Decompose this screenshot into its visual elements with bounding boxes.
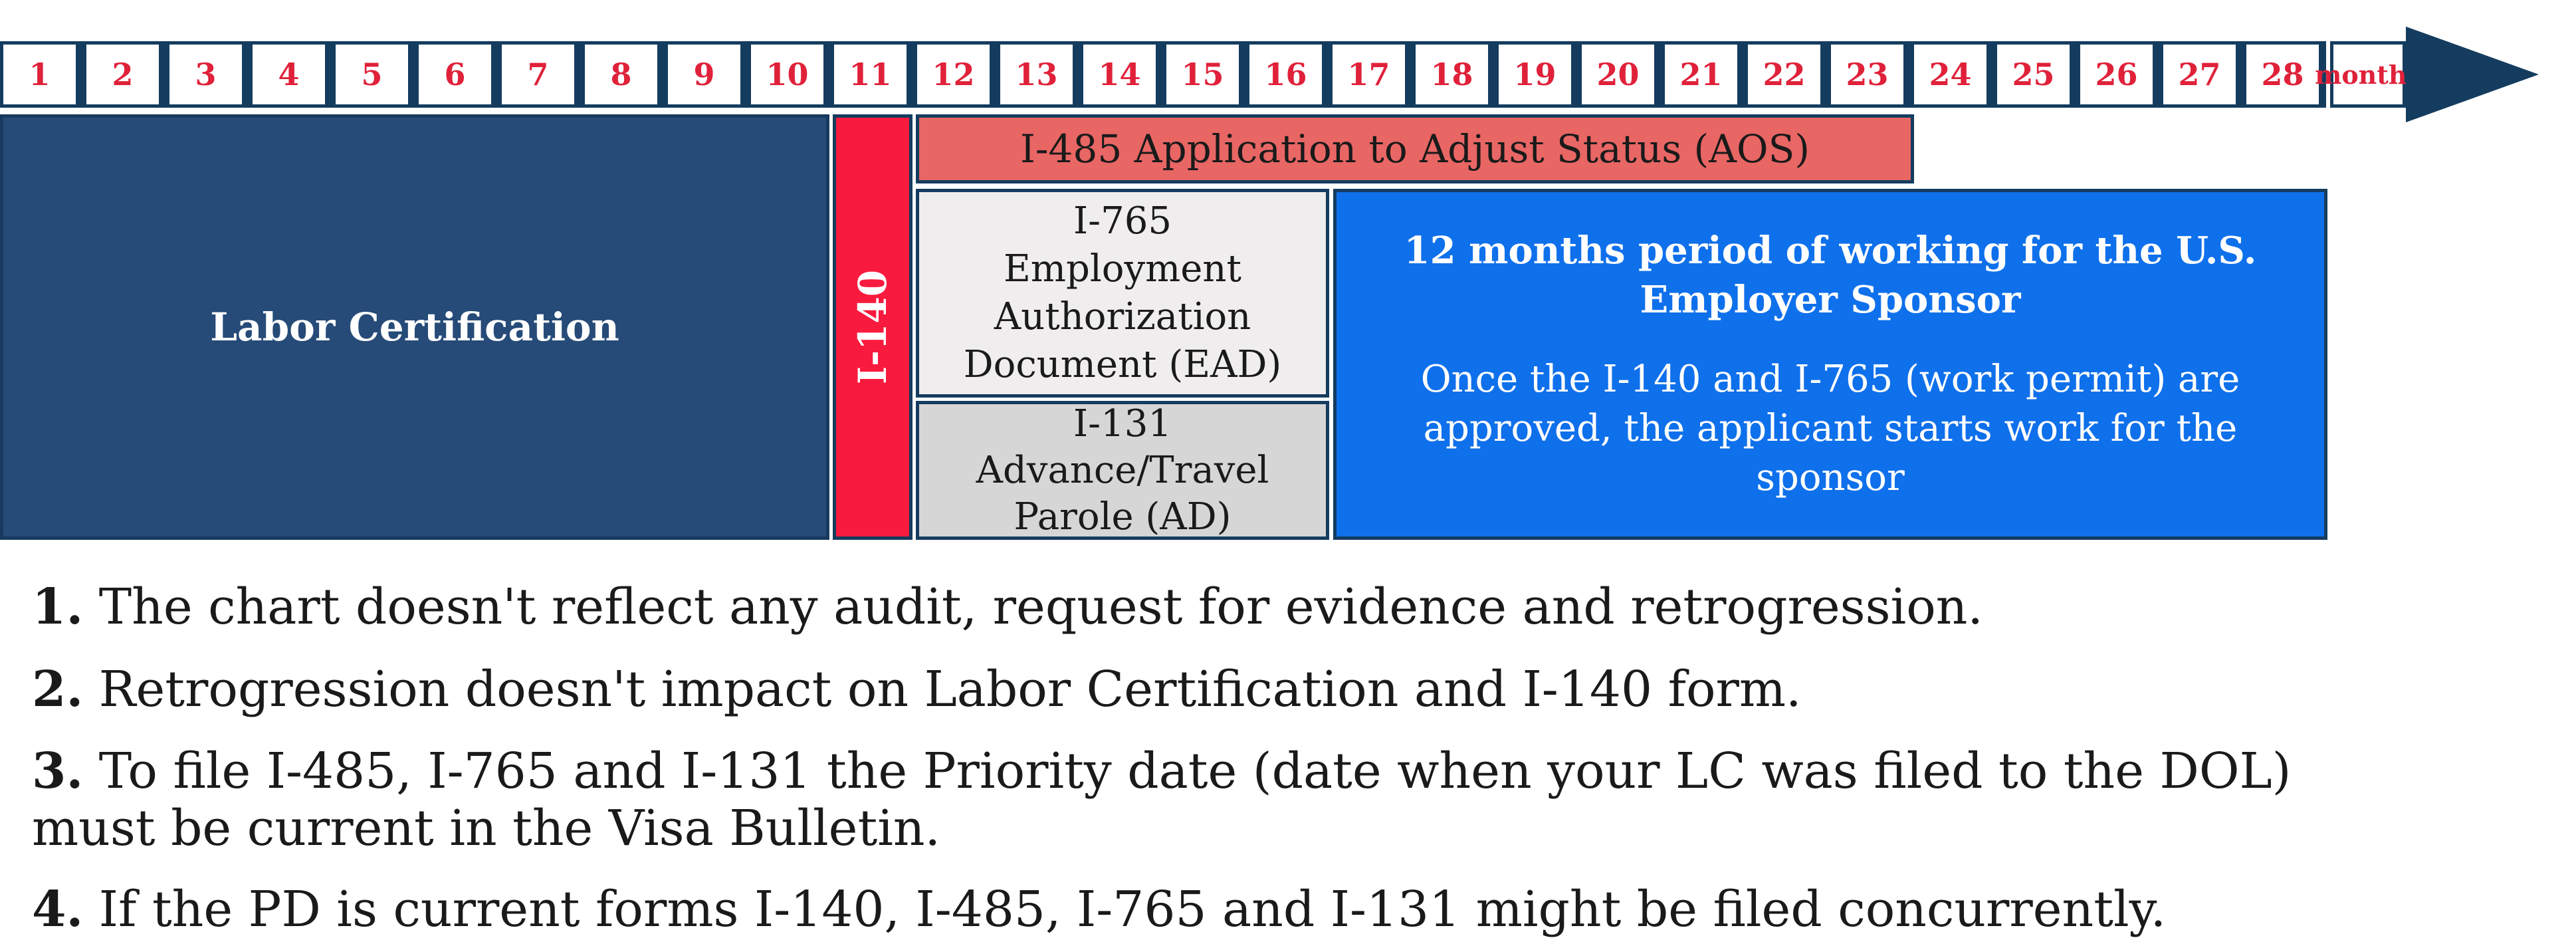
note-text: To file I-485, I-765 and I-131 the Prior… (98, 743, 2292, 800)
i765-line: Employment (1004, 247, 1241, 291)
month-cell-22: 22 (1745, 41, 1828, 108)
i485-label: I-485 Application to Adjust Status (AOS) (1020, 126, 1810, 172)
timeline-arrow-icon (2406, 27, 2539, 122)
note-text: If the PD is current forms I-140, I-485,… (98, 881, 2167, 938)
month-cell-9: 9 (665, 41, 748, 108)
month-cell-18: 18 (1412, 41, 1495, 108)
labor-certification-label: Labor Certification (210, 304, 619, 350)
month-cell-12: 12 (914, 41, 997, 108)
month-cell-14: 14 (1080, 41, 1163, 108)
work-period-description-line: approved, the applicant starts work for … (1423, 407, 2238, 499)
month-cell-8: 8 (582, 41, 665, 108)
i140-label: I-140 (850, 269, 895, 385)
month-cell-27: 27 (2160, 41, 2243, 108)
month-cell-16: 16 (1246, 41, 1329, 108)
note-2: 2. Retrogression doesn't impact on Labor… (32, 661, 2424, 718)
note-text: The chart doesn't reflect any audit, req… (98, 578, 1983, 636)
note-number: 3. (32, 743, 84, 800)
month-cell-19: 19 (1495, 41, 1578, 108)
note-4: 4. If the PD is current forms I-140, I-4… (32, 881, 2424, 938)
i131-line: Parole (AD) (1014, 495, 1232, 538)
i765-block: I-765 Employment Authorization Document … (916, 189, 1329, 398)
i131-block: I-131 Advance/Travel Parole (AD) (916, 401, 1329, 540)
i131-line: I-131 (1073, 402, 1172, 445)
month-cell-1: 1 (0, 41, 83, 108)
month-cell-11: 11 (831, 41, 914, 108)
work-period-block: 12 months period of working for the U.S.… (1333, 189, 2327, 540)
note-number: 4. (32, 881, 84, 938)
month-cell-3: 3 (166, 41, 249, 108)
i765-line: I-765 (1073, 199, 1172, 243)
month-cell-17: 17 (1329, 41, 1412, 108)
month-cell-7: 7 (498, 41, 582, 108)
note-text: Retrogression doesn't impact on Labor Ce… (98, 661, 1802, 718)
month-cell-4: 4 (249, 41, 332, 108)
month-cell-23: 23 (1828, 41, 1911, 108)
month-cell-26: 26 (2077, 41, 2160, 108)
month-cell-24: 24 (1911, 41, 1994, 108)
i765-line: Document (EAD) (963, 343, 1282, 386)
month-cell-25: 25 (1994, 41, 2077, 108)
month-cell-5: 5 (332, 41, 415, 108)
months-unit-label: months (2315, 41, 2421, 108)
labor-certification-block: Labor Certification (0, 114, 829, 540)
work-period-description-line: Once the I-140 and I-765 (work permit) a… (1420, 358, 2240, 401)
work-period-title-line: Employer Sponsor (1640, 278, 2021, 322)
month-cell-28: 28 (2243, 41, 2326, 108)
note-1: 1. The chart doesn't reflect any audit, … (32, 578, 2424, 636)
note-text-continued: must be current in the Visa Bulletin. (32, 800, 941, 857)
month-cell-15: 15 (1163, 41, 1246, 108)
i140-block: I-140 (833, 114, 912, 540)
immigration-timeline-diagram: 1 2 3 4 5 6 7 8 9 10 11 12 13 14 15 16 17 18 19 20 21 22 23 24 2… (0, 0, 2576, 952)
month-cell-6: 6 (415, 41, 498, 108)
month-cell-13: 13 (997, 41, 1080, 108)
months-timeline: 1 2 3 4 5 6 7 8 9 10 11 12 13 14 15 16 17 18 19 20 21 22 23 24 2… (0, 0, 2576, 122)
month-cell-21: 21 (1662, 41, 1745, 108)
note-3: 3. To file I-485, I-765 and I-131 the Pr… (32, 743, 2424, 857)
work-period-title-line: 12 months period of working for the U.S. (1404, 229, 2257, 273)
month-cell-2: 2 (83, 41, 166, 108)
work-period-title: 12 months period of working for the U.S.… (1404, 226, 2257, 324)
note-number: 2. (32, 661, 84, 718)
month-cell-20: 20 (1578, 41, 1662, 108)
i131-line: Advance/Travel (976, 448, 1269, 492)
i765-line: Authorization (994, 295, 1251, 338)
note-number: 1. (32, 578, 84, 636)
work-period-description: Once the I-140 and I-765 (work permit) a… (1350, 355, 2311, 503)
i485-block: I-485 Application to Adjust Status (AOS) (916, 114, 1914, 183)
month-cell-10: 10 (748, 41, 831, 108)
